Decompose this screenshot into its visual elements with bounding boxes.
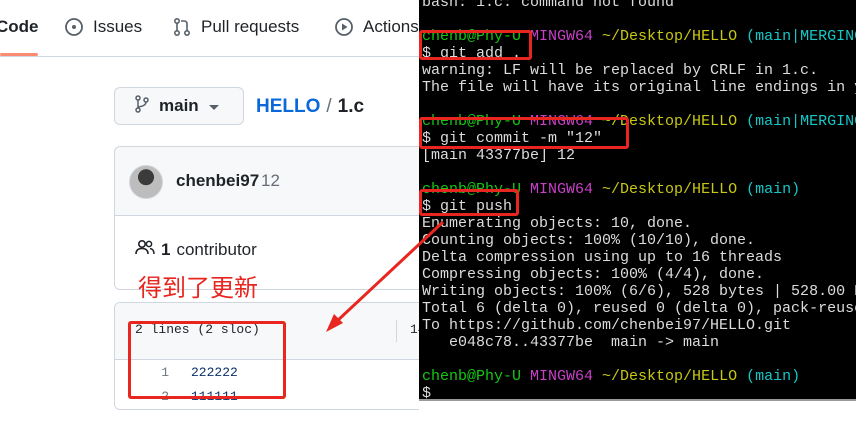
annotation-arrow xyxy=(326,220,445,332)
